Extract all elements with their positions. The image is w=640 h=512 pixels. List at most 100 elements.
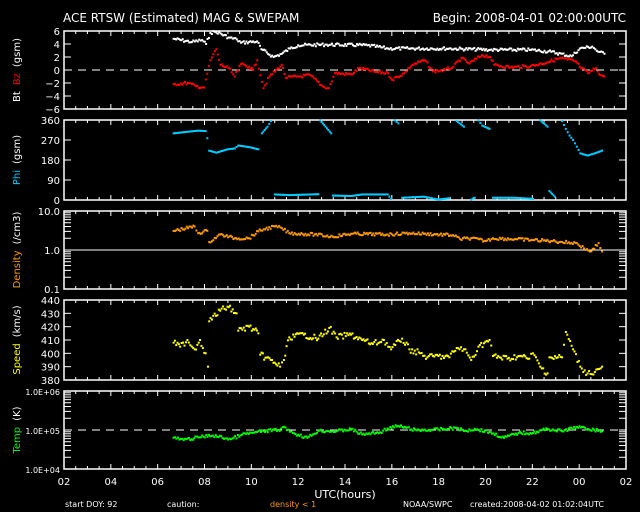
data-point [304,332,307,335]
data-point [332,330,335,333]
data-point [356,338,359,341]
data-point [342,337,345,340]
data-point [329,83,332,86]
data-point [285,345,288,348]
data-point [204,352,207,355]
data-point [391,346,394,349]
data-point [514,358,517,361]
data-point [382,429,385,432]
data-point [566,131,569,134]
data-point [399,48,402,51]
data-point [236,69,239,72]
density-caution: density < 1 [270,500,316,509]
data-point [450,427,453,430]
x-tick-label: 14 [339,477,352,488]
data-point [196,40,199,43]
data-point [603,75,606,78]
data-point [330,42,333,45]
data-point [230,71,233,74]
data-point [208,320,211,323]
data-point [561,120,564,123]
data-point [237,329,240,332]
data-point [385,341,388,344]
data-point [532,352,535,355]
y-tick-label: −2 [45,79,60,90]
data-point [440,357,443,360]
data-point [580,367,583,370]
data-point [523,47,526,50]
data-point [389,47,392,50]
series-speed [172,304,604,376]
data-point [266,125,269,128]
data-point [416,233,419,236]
series-temp [172,424,604,442]
data-point [372,431,375,434]
data-point [576,51,579,54]
data-point [475,57,478,60]
y-tick-label: 430 [41,309,60,320]
data-point [241,328,244,331]
data-point [207,65,210,68]
data-point [532,197,535,200]
data-point [549,60,552,63]
data-point [343,74,346,77]
data-point [345,44,348,47]
data-point [566,430,569,433]
data-point [481,346,484,349]
y-tick-label: 0 [54,66,60,77]
data-point [388,195,391,198]
data-point [428,234,431,237]
data-point [571,242,574,245]
x-tick-label: 02 [58,477,71,488]
data-point [215,30,218,33]
data-point [287,428,290,431]
data-point [373,43,376,46]
data-point [506,64,509,67]
data-point [490,344,493,347]
data-point [521,433,524,436]
data-point [494,353,497,356]
data-point [533,430,536,433]
data-point [417,46,420,49]
series-bt [172,30,606,58]
data-point [224,308,227,311]
data-point [320,233,323,236]
data-point [195,229,198,232]
data-point [216,314,219,317]
x-tick-label: 02 [620,477,633,488]
data-point [351,332,354,335]
data-point [534,356,537,359]
data-point [225,234,228,237]
data-point [276,364,279,367]
data-point [233,75,236,78]
y-tick-label: 380 [41,376,60,387]
data-point [248,65,251,68]
y-label-part: (/cm3) [12,212,23,245]
data-point [582,371,585,374]
data-point [382,45,385,48]
data-point [369,231,372,234]
data-point [179,345,182,348]
data-point [325,332,328,335]
data-point [601,365,604,368]
data-point [562,124,565,126]
data-point [478,344,481,347]
y-label-part: Bz [12,73,23,85]
data-point [563,242,566,245]
data-point [597,242,600,245]
data-point [595,67,598,70]
data-point [270,120,273,123]
data-point [355,336,358,339]
data-point [290,231,293,234]
data-point [429,232,432,235]
data-point [331,332,334,335]
data-point [448,356,451,359]
data-point [458,429,461,432]
data-point [583,369,586,372]
data-point [595,428,598,431]
data-point [187,341,190,344]
data-point [562,343,565,346]
series-bz [172,48,606,90]
data-point [314,77,317,80]
data-point [441,234,444,237]
